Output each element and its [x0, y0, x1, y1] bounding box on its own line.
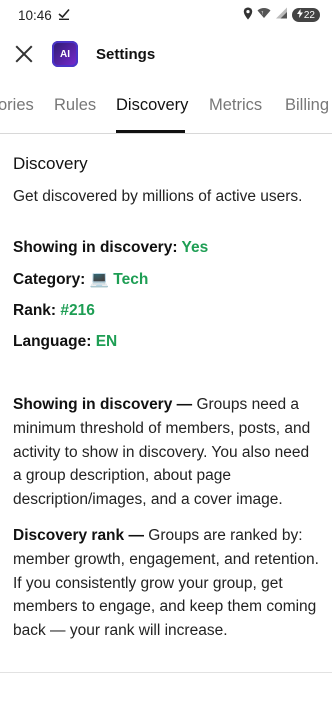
status-bar: 10:46 ? 22 [0, 0, 332, 30]
language-value: EN [95, 333, 118, 350]
rank-value: #216 [60, 302, 95, 319]
tab-metrics[interactable]: Metrics [209, 96, 262, 115]
status-left: 10:46 [18, 8, 70, 23]
status-time: 10:46 [18, 7, 52, 23]
rank-label: Rank: [13, 302, 57, 319]
category-value: Tech [113, 271, 149, 288]
app-logo: AI [52, 41, 78, 67]
tab-categories[interactable]: ories [0, 96, 34, 115]
app-bar: AI Settings [0, 30, 332, 78]
rank-row: Rank: #216 [13, 301, 319, 321]
signal-icon [275, 7, 288, 23]
bolt-icon [296, 9, 303, 21]
tab-discovery[interactable]: Discovery [116, 96, 188, 115]
section-title: Discovery [13, 154, 88, 173]
showing-value: Yes [181, 239, 209, 256]
showing-label: Showing in discovery: [13, 239, 178, 256]
category-row: Category: 💻 Tech [13, 269, 319, 290]
close-icon[interactable] [14, 44, 34, 64]
language-row: Language: EN [13, 332, 319, 352]
tab-rules[interactable]: Rules [54, 96, 96, 115]
download-done-icon [58, 8, 70, 23]
showing-info-heading: Showing in discovery — [13, 396, 193, 413]
page-title: Settings [96, 45, 156, 63]
tab-bar: ories Rules Discovery Metrics Billing [0, 78, 332, 134]
category-label: Category: [13, 271, 86, 288]
tab-billing[interactable]: Billing [285, 96, 329, 115]
battery-indicator: 22 [291, 8, 320, 22]
app-logo-text: AI [60, 48, 70, 60]
rank-info-heading: Discovery rank — [13, 526, 144, 544]
showing-info-paragraph: Showing in discovery — Groups need a min… [13, 393, 319, 512]
discovery-panel: Discovery Get discovered by millions of … [0, 134, 332, 643]
active-tab-indicator [116, 130, 185, 133]
battery-level: 22 [303, 9, 315, 21]
svg-text:?: ? [261, 11, 263, 16]
laptop-icon: 💻 [89, 270, 109, 288]
wifi-icon: ? [257, 7, 271, 23]
bottom-divider [0, 672, 332, 673]
language-label: Language: [13, 333, 92, 350]
location-icon [243, 7, 253, 24]
showing-row: Showing in discovery: Yes [13, 238, 319, 258]
rank-info-paragraph: Discovery rank — Groups are ranked by: m… [13, 524, 319, 643]
section-subtitle: Get discovered by millions of active use… [13, 188, 303, 205]
status-right: ? 22 [243, 7, 320, 24]
